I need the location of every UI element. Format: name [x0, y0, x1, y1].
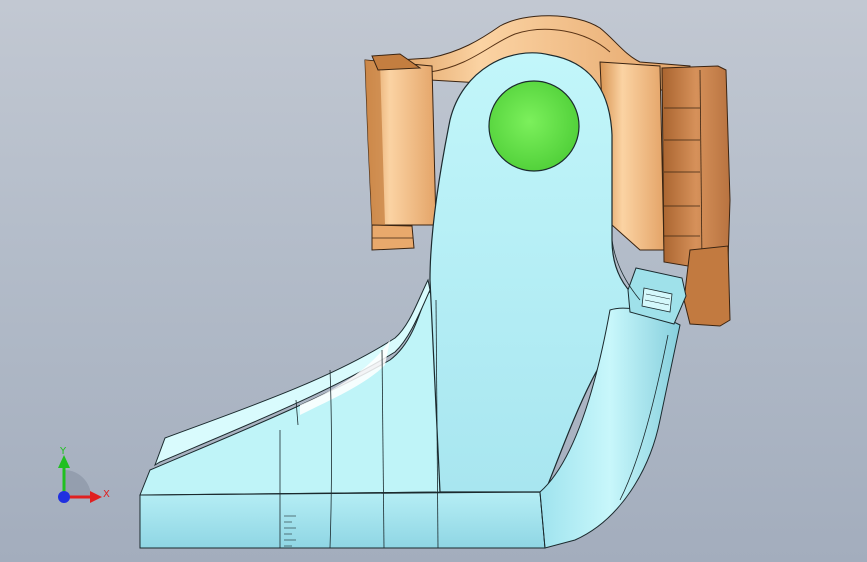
bracket-base — [139, 491, 546, 549]
triad-x-label: X — [103, 489, 110, 500]
graphics-viewport[interactable]: Y X — [0, 0, 867, 562]
coordinate-triad: Y X — [58, 446, 110, 503]
yoke-left-tab — [371, 224, 415, 251]
pin-hole[interactable] — [488, 80, 580, 172]
triad-z-axis — [58, 491, 70, 503]
model-canvas[interactable]: Y X — [0, 0, 867, 562]
yoke-right-lug — [683, 245, 731, 327]
yoke-right-boss — [661, 65, 731, 269]
triad-x-arrow — [90, 491, 102, 503]
triad-y-label: Y — [59, 446, 67, 457]
